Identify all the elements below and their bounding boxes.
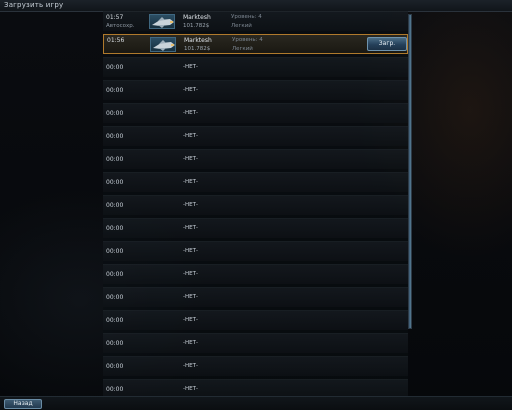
empty-slot[interactable]: 00:00 -НЕТ- (103, 103, 408, 123)
scrollbar-thumb[interactable] (409, 15, 411, 328)
slot-time: 00:00 (106, 202, 124, 209)
empty-slot[interactable]: 00:00 -НЕТ- (103, 149, 408, 169)
load-button[interactable]: Загр. (367, 37, 407, 51)
slot-empty-label: -НЕТ- (183, 64, 198, 70)
ship-name: Marktesh (184, 37, 212, 44)
empty-slot[interactable]: 00:00 -НЕТ- (103, 57, 408, 77)
empty-slot[interactable]: 00:00 -НЕТ- (103, 241, 408, 261)
empty-slot[interactable]: 00:00 -НЕТ- (103, 379, 408, 396)
slot-empty-label: -НЕТ- (183, 225, 198, 231)
empty-slot[interactable]: 00:00 -НЕТ- (103, 333, 408, 353)
slot-time: 00:00 (106, 87, 124, 94)
slot-empty-label: -НЕТ- (183, 294, 198, 300)
slot-empty-label: -НЕТ- (183, 179, 198, 185)
slot-time: 00:00 (106, 133, 124, 140)
empty-slot[interactable]: 00:00 -НЕТ- (103, 172, 408, 192)
slot-time: 00:00 (106, 386, 124, 393)
level-label: Уровень: 4 (232, 37, 263, 43)
empty-slot[interactable]: 00:00 -НЕТ- (103, 287, 408, 307)
slot-time: 00:00 (106, 340, 124, 347)
save-time: 01:57 (106, 14, 124, 21)
slot-empty-label: -НЕТ- (183, 133, 198, 139)
slot-time: 00:00 (106, 156, 124, 163)
difficulty-label: Легкий (231, 23, 252, 29)
save-list: 01:57 Автосохр. Marktesh 101.782$ Уровен… (103, 11, 408, 396)
empty-slot[interactable]: 00:00 -НЕТ- (103, 310, 408, 330)
empty-slot[interactable]: 00:00 -НЕТ- (103, 195, 408, 215)
slot-time: 00:00 (106, 64, 124, 71)
window-title: Загрузить игру (4, 1, 64, 9)
save-type: Автосохр. (106, 23, 135, 29)
list-scrollbar[interactable] (408, 14, 412, 329)
empty-slot[interactable]: 00:00 -НЕТ- (103, 218, 408, 238)
bottom-bar: Назад (0, 396, 512, 410)
load-game-screen: Загрузить игру 01:57 Автосохр. Marktesh … (0, 0, 512, 410)
level-label: Уровень: 4 (231, 14, 262, 20)
back-button[interactable]: Назад (4, 399, 42, 409)
slot-empty-label: -НЕТ- (183, 363, 198, 369)
slot-empty-label: -НЕТ- (183, 317, 198, 323)
slot-time: 00:00 (106, 294, 124, 301)
slot-time: 00:00 (106, 363, 124, 370)
slot-empty-label: -НЕТ- (183, 87, 198, 93)
empty-slot[interactable]: 00:00 -НЕТ- (103, 80, 408, 100)
empty-slot[interactable]: 00:00 -НЕТ- (103, 356, 408, 376)
empty-slot[interactable]: 00:00 -НЕТ- (103, 264, 408, 284)
ship-thumbnail-icon (149, 14, 175, 29)
slot-empty-label: -НЕТ- (183, 202, 198, 208)
save-time: 01:56 (107, 37, 125, 44)
ship-name: Marktesh (183, 14, 211, 21)
slot-time: 00:00 (106, 248, 124, 255)
difficulty-label: Легкий (232, 46, 253, 52)
slot-empty-label: -НЕТ- (183, 271, 198, 277)
money-value: 101.782$ (184, 46, 211, 52)
slot-empty-label: -НЕТ- (183, 110, 198, 116)
money-value: 101.782$ (183, 23, 210, 29)
slot-time: 00:00 (106, 110, 124, 117)
slot-empty-label: -НЕТ- (183, 340, 198, 346)
slot-time: 00:00 (106, 179, 124, 186)
slot-empty-label: -НЕТ- (183, 156, 198, 162)
slot-time: 00:00 (106, 317, 124, 324)
empty-slot[interactable]: 00:00 -НЕТ- (103, 126, 408, 146)
slot-time: 00:00 (106, 225, 124, 232)
save-slot[interactable]: 01:57 Автосохр. Marktesh 101.782$ Уровен… (103, 11, 408, 31)
slot-empty-label: -НЕТ- (183, 386, 198, 392)
save-slot-selected[interactable]: 01:56 Marktesh 101.782$ Уровень: 4 Легки… (103, 34, 408, 54)
slot-empty-label: -НЕТ- (183, 248, 198, 254)
slot-time: 00:00 (106, 271, 124, 278)
ship-thumbnail-icon (150, 37, 176, 52)
